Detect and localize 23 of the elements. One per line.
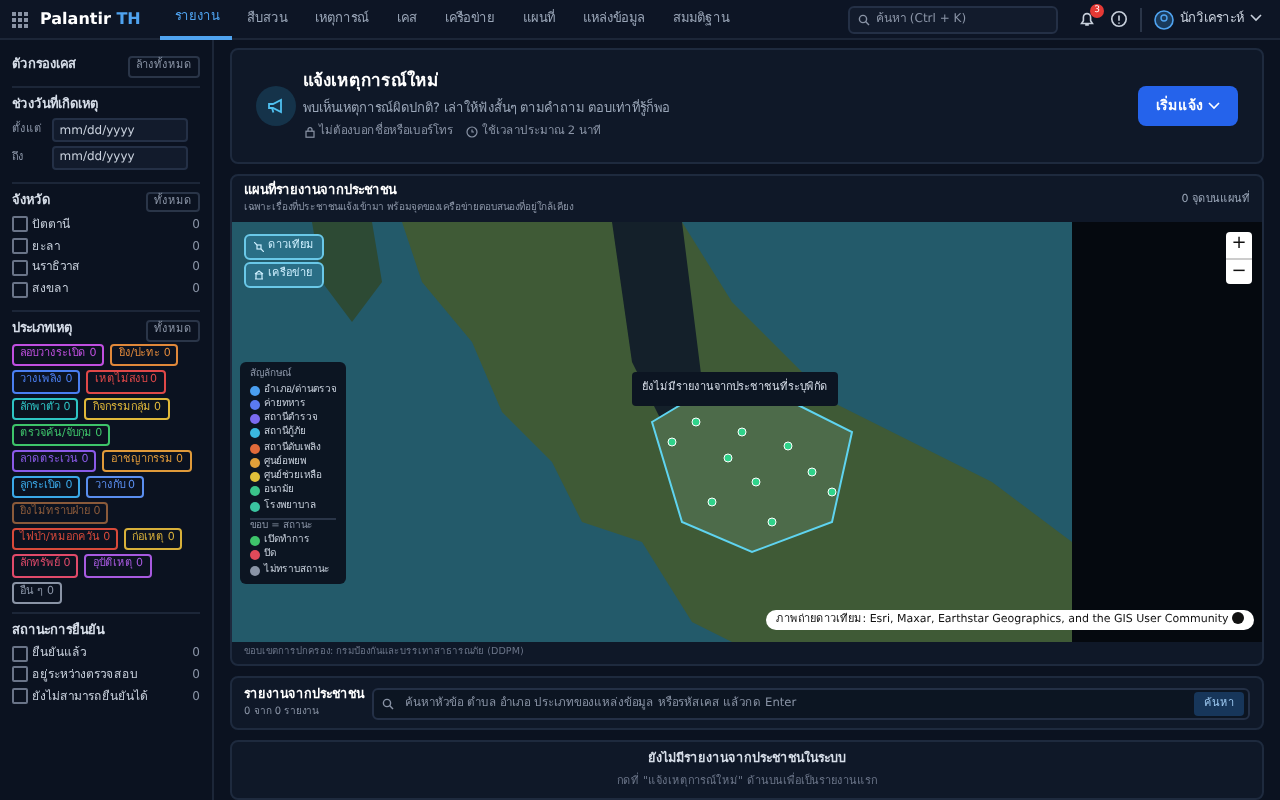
zoom-in-button[interactable]: +: [1226, 232, 1252, 259]
app-logo: Palantir TH: [40, 7, 141, 31]
banner-title: แจ้งเหตุการณ์ใหม่: [303, 70, 441, 97]
lock-icon: [303, 126, 315, 139]
checkbox[interactable]: [12, 238, 28, 255]
megaphone-icon: [256, 86, 296, 126]
satellite-icon: [254, 241, 264, 252]
zoom-out-button[interactable]: −: [1226, 258, 1252, 285]
user-avatar-icon[interactable]: [1154, 9, 1174, 29]
checkbox[interactable]: [12, 281, 28, 298]
checkbox[interactable]: [12, 688, 28, 705]
search-icon: [858, 13, 870, 25]
chevron-down-icon: [1250, 13, 1262, 22]
checkbox[interactable]: [12, 645, 28, 662]
checkbox[interactable]: [12, 216, 28, 233]
search-icon: [381, 697, 393, 710]
checkbox[interactable]: [12, 259, 28, 276]
apps-grid-icon[interactable]: [12, 11, 28, 27]
checkbox[interactable]: [12, 666, 28, 683]
clock-icon: [466, 126, 479, 139]
building-icon: [254, 269, 264, 280]
chevron-down-icon: [1208, 101, 1220, 110]
bell-icon[interactable]: [1078, 10, 1096, 28]
